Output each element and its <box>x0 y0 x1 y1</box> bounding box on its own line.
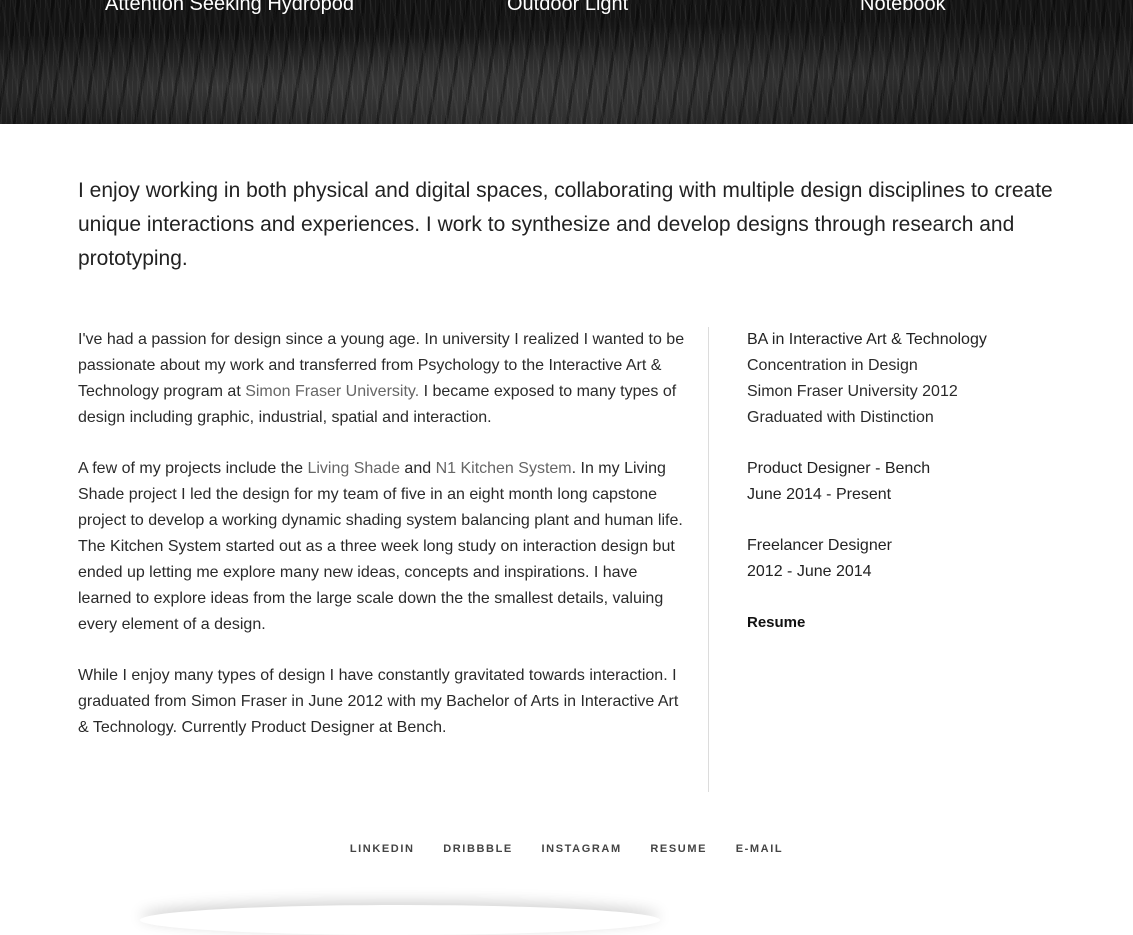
job-freelance-block: Freelancer Designer 2012 - June 2014 <box>747 533 1087 585</box>
job-title: Product Designer - Bench <box>747 460 931 477</box>
degree-concentration: Concentration in Design <box>747 357 918 374</box>
footer-social-nav: LINKEDIN DRIBBBLE INSTAGRAM RESUME E-MAI… <box>0 843 1133 855</box>
bio-paragraph-1: I've had a passion for design since a yo… <box>78 327 688 431</box>
footer-link-resume[interactable]: RESUME <box>650 843 707 855</box>
intro-statement: I enjoy working in both physical and dig… <box>78 179 1053 270</box>
sfu-link[interactable]: Simon Fraser University. <box>245 383 419 400</box>
footer-link-dribbble[interactable]: DRIBBBLE <box>443 843 513 855</box>
bottom-card-edge <box>140 905 660 935</box>
resume-link[interactable]: Resume <box>747 614 805 631</box>
job-dates: June 2014 - Present <box>747 486 892 503</box>
project-link-notebook[interactable]: Notebook <box>860 0 946 16</box>
bio-p2-and: and <box>399 460 436 477</box>
project-link-outdoor-light[interactable]: Outdoor Light <box>507 0 628 16</box>
job-bench-block: Product Designer - Bench June 2014 - Pre… <box>747 456 1087 508</box>
bio-section: I've had a passion for design since a yo… <box>78 327 688 766</box>
living-shade-link[interactable]: Living Shade <box>307 460 400 477</box>
degree-honors: Graduated with Distinction <box>747 409 934 426</box>
job-title: Freelancer Designer <box>747 537 892 554</box>
job-dates: 2012 - June 2014 <box>747 563 872 580</box>
bio-p2-text-end: . In my Living Shade project I led the d… <box>78 460 683 633</box>
bio-paragraph-2: A few of my projects include the Living … <box>78 456 688 638</box>
bio-p2-text: A few of my projects include the <box>78 460 308 477</box>
resume-block: Resume <box>747 610 1087 636</box>
footer-link-linkedin[interactable]: LINKEDIN <box>350 843 415 855</box>
project-link-hydropod[interactable]: Attention Seeking Hydropod <box>105 0 354 16</box>
n1-kitchen-link[interactable]: N1 Kitchen System <box>436 460 572 477</box>
footer-link-email[interactable]: E-MAIL <box>736 843 783 855</box>
hero-banner: Attention Seeking Hydropod Outdoor Light… <box>0 0 1133 124</box>
footer-link-instagram[interactable]: INSTAGRAM <box>542 843 622 855</box>
bio-paragraph-3: While I enjoy many types of design I hav… <box>78 667 679 736</box>
education-block: BA in Interactive Art & Technology Conce… <box>747 327 1087 431</box>
degree-school: Simon Fraser University 2012 <box>747 383 958 400</box>
sidebar-credentials: BA in Interactive Art & Technology Conce… <box>747 327 1087 661</box>
degree-title: BA in Interactive Art & Technology <box>747 331 987 348</box>
column-divider <box>708 327 709 792</box>
